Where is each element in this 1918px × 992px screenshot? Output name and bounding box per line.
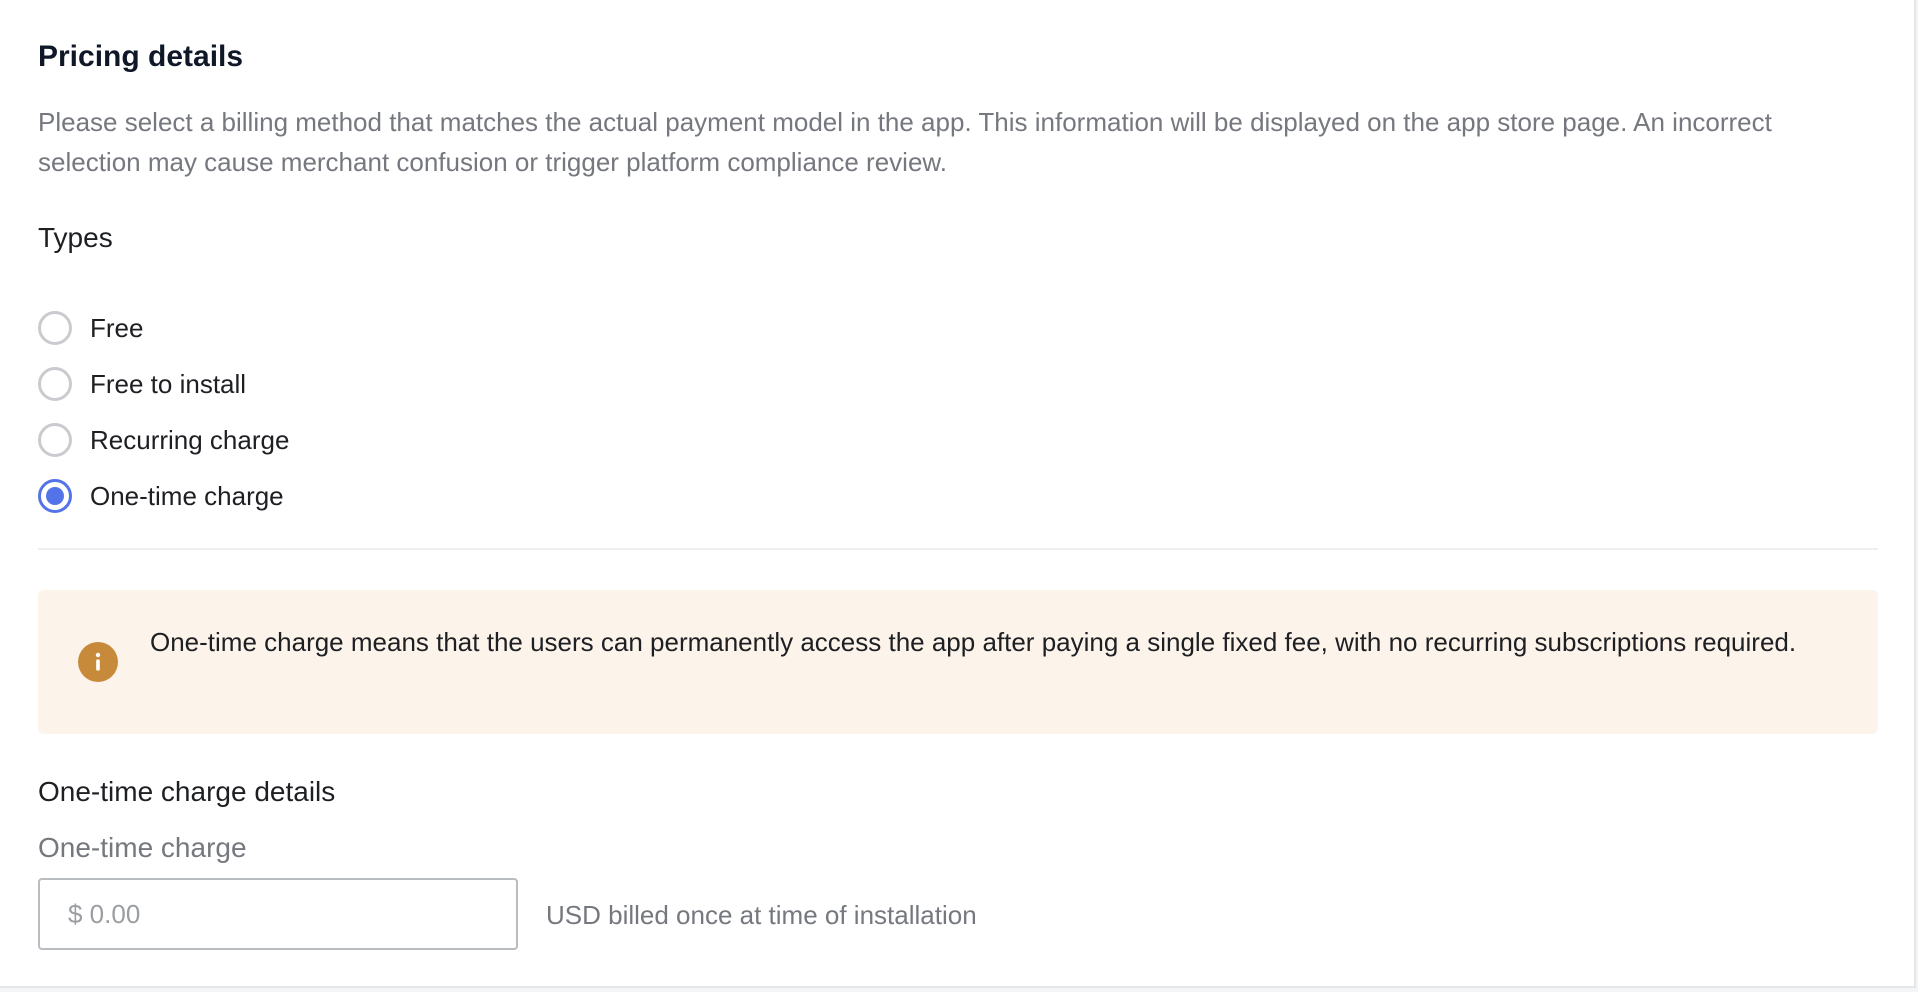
notice-text: One-time charge means that the users can… bbox=[150, 627, 1797, 657]
radio-label: Free to install bbox=[90, 368, 247, 399]
pricing-details-card: Pricing details Please select a billing … bbox=[0, 0, 1916, 988]
billing-type-radio-group: Free Free to install Recurring charge On… bbox=[38, 300, 289, 524]
one-time-charge-field-label: One-time charge bbox=[38, 832, 247, 863]
radio-option-recurring-charge[interactable]: Recurring charge bbox=[38, 412, 289, 468]
radio-label: One-time charge bbox=[90, 480, 284, 511]
divider bbox=[38, 548, 1878, 550]
section-description: Please select a billing method that matc… bbox=[38, 107, 1772, 177]
info-notice: One-time charge means that the users can… bbox=[38, 590, 1878, 734]
radio-option-free-to-install[interactable]: Free to install bbox=[38, 356, 289, 412]
radio-option-one-time-charge[interactable]: One-time charge bbox=[38, 468, 289, 524]
details-heading: One-time charge details bbox=[38, 776, 336, 807]
radio-option-free[interactable]: Free bbox=[38, 300, 289, 356]
charge-suffix-text: USD billed once at time of installation bbox=[546, 900, 977, 930]
radio-button[interactable] bbox=[38, 423, 72, 457]
info-icon bbox=[78, 642, 118, 682]
one-time-charge-input[interactable] bbox=[40, 880, 516, 948]
radio-button-selected[interactable] bbox=[38, 479, 72, 513]
radio-label: Free bbox=[90, 312, 144, 343]
radio-button[interactable] bbox=[38, 311, 72, 345]
section-title: Pricing details bbox=[38, 40, 244, 73]
types-label: Types bbox=[38, 222, 113, 253]
radio-label: Recurring charge bbox=[90, 424, 290, 455]
one-time-charge-input-wrapper bbox=[38, 878, 518, 950]
radio-button[interactable] bbox=[38, 367, 72, 401]
